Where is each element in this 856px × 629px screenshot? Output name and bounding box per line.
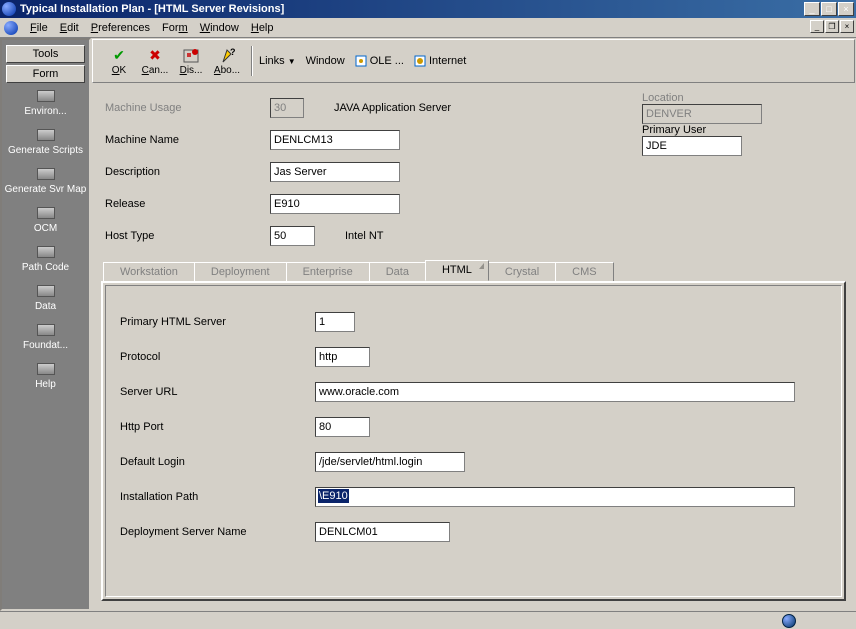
- app-icon: [2, 2, 16, 16]
- check-icon: ✔: [110, 47, 128, 65]
- protocol-label: Protocol: [120, 351, 315, 363]
- description-field[interactable]: [270, 162, 400, 182]
- genscripts-icon: [36, 129, 56, 143]
- about-button[interactable]: ? Abo...: [209, 47, 245, 76]
- location-label: Location: [642, 92, 772, 104]
- minimize-button[interactable]: _: [804, 2, 820, 16]
- install-path-value: \E910: [318, 489, 349, 503]
- sidebar-tools-button[interactable]: Tools: [6, 45, 85, 63]
- install-path-label: Installation Path: [120, 491, 315, 503]
- tab-crystal[interactable]: Crystal: [488, 262, 556, 281]
- ok-button[interactable]: ✔ OK: [101, 47, 137, 76]
- ocm-icon: [36, 207, 56, 221]
- tab-workstation[interactable]: Workstation: [103, 262, 195, 281]
- sidebar-item-foundat[interactable]: Foundat...: [2, 324, 89, 351]
- links-window[interactable]: Window: [306, 55, 345, 67]
- maximize-button[interactable]: □: [821, 2, 837, 16]
- environ-icon: [36, 90, 56, 104]
- close-button[interactable]: ×: [838, 2, 854, 16]
- machine-usage-desc: JAVA Application Server: [334, 102, 451, 114]
- sidebar-item-pathcode[interactable]: Path Code: [2, 246, 89, 273]
- sidebar-item-environ[interactable]: Environ...: [2, 90, 89, 117]
- menu-form[interactable]: Form: [156, 20, 194, 36]
- sidebar-item-gensvrmap[interactable]: Generate Svr Map: [2, 168, 89, 195]
- dep-server-label: Deployment Server Name: [120, 526, 315, 538]
- tab-data[interactable]: Data: [369, 262, 426, 281]
- pathcode-icon: [36, 246, 56, 260]
- machine-name-field[interactable]: [270, 130, 400, 150]
- dep-server-field[interactable]: [315, 522, 450, 542]
- links-ole[interactable]: OLE ...: [355, 55, 404, 67]
- foundat-icon: [36, 324, 56, 338]
- links-internet[interactable]: Internet: [414, 55, 466, 67]
- primary-user-label: Primary User: [642, 124, 772, 136]
- statusbar: [0, 611, 856, 629]
- child-close-button[interactable]: ×: [840, 20, 854, 33]
- help-icon: [36, 363, 56, 377]
- tab-html[interactable]: HTML: [425, 260, 489, 281]
- sidebar-form-button[interactable]: Form: [6, 65, 85, 83]
- globe-icon: [782, 614, 796, 628]
- primary-html-field[interactable]: [315, 312, 355, 332]
- tab-cms[interactable]: CMS: [555, 262, 613, 281]
- http-port-field[interactable]: [315, 417, 370, 437]
- protocol-field[interactable]: [315, 347, 370, 367]
- toolbar: ✔ OK ✖ Can... Dis... ? Abo... Links Wind…: [92, 39, 855, 83]
- location-field: [642, 104, 762, 124]
- about-icon: ?: [218, 47, 236, 65]
- gensvrmap-icon: [36, 168, 56, 182]
- machine-usage-label: Machine Usage: [105, 102, 270, 114]
- svg-text:?: ?: [230, 48, 235, 57]
- window-title: Typical Installation Plan - [HTML Server…: [20, 3, 804, 15]
- app-icon-small: [4, 21, 18, 35]
- machine-name-label: Machine Name: [105, 134, 270, 146]
- sidebar-item-help[interactable]: Help: [2, 363, 89, 390]
- display-button[interactable]: Dis...: [173, 47, 209, 76]
- sidebar-item-data[interactable]: Data: [2, 285, 89, 312]
- menu-preferences[interactable]: Preferences: [85, 20, 156, 36]
- menu-edit[interactable]: Edit: [54, 20, 85, 36]
- tab-panel-html: Primary HTML Server Protocol Server URL …: [101, 281, 846, 601]
- host-type-label: Host Type: [105, 230, 270, 242]
- form-header: Machine Usage JAVA Application Server Lo…: [91, 84, 856, 254]
- sidebar-item-ocm[interactable]: OCM: [2, 207, 89, 234]
- tabstrip: Workstation Deployment Enterprise Data H…: [101, 260, 846, 281]
- tab-deployment[interactable]: Deployment: [194, 262, 287, 281]
- child-minimize-button[interactable]: _: [810, 20, 824, 33]
- server-url-label: Server URL: [120, 386, 315, 398]
- server-url-field[interactable]: [315, 382, 795, 402]
- titlebar: Typical Installation Plan - [HTML Server…: [0, 0, 856, 18]
- internet-icon: [414, 55, 426, 67]
- links-dropdown[interactable]: Links: [259, 55, 296, 67]
- child-restore-button[interactable]: ❐: [825, 20, 839, 33]
- sidebar-item-genscripts[interactable]: Generate Scripts: [2, 129, 89, 156]
- menu-file[interactable]: File: [24, 20, 54, 36]
- cancel-button[interactable]: ✖ Can...: [137, 47, 173, 76]
- host-type-desc: Intel NT: [345, 230, 384, 242]
- sidebar: Tools Form Environ... Generate Scripts G…: [0, 38, 91, 611]
- release-label: Release: [105, 198, 270, 210]
- primary-html-label: Primary HTML Server: [120, 316, 315, 328]
- http-port-label: Http Port: [120, 421, 315, 433]
- menubar: File Edit Preferences Form Window Help _…: [0, 18, 856, 38]
- menu-window[interactable]: Window: [194, 20, 245, 36]
- x-icon: ✖: [146, 47, 164, 65]
- install-path-field[interactable]: \E910: [315, 487, 795, 507]
- release-field[interactable]: [270, 194, 400, 214]
- machine-usage-field: [270, 98, 304, 118]
- tab-enterprise[interactable]: Enterprise: [286, 262, 370, 281]
- primary-user-field[interactable]: [642, 136, 742, 156]
- host-type-field[interactable]: [270, 226, 315, 246]
- description-label: Description: [105, 166, 270, 178]
- display-icon: [182, 47, 200, 65]
- ole-icon: [355, 55, 367, 67]
- default-login-label: Default Login: [120, 456, 315, 468]
- menu-help[interactable]: Help: [245, 20, 280, 36]
- data-icon: [36, 285, 56, 299]
- default-login-field[interactable]: [315, 452, 465, 472]
